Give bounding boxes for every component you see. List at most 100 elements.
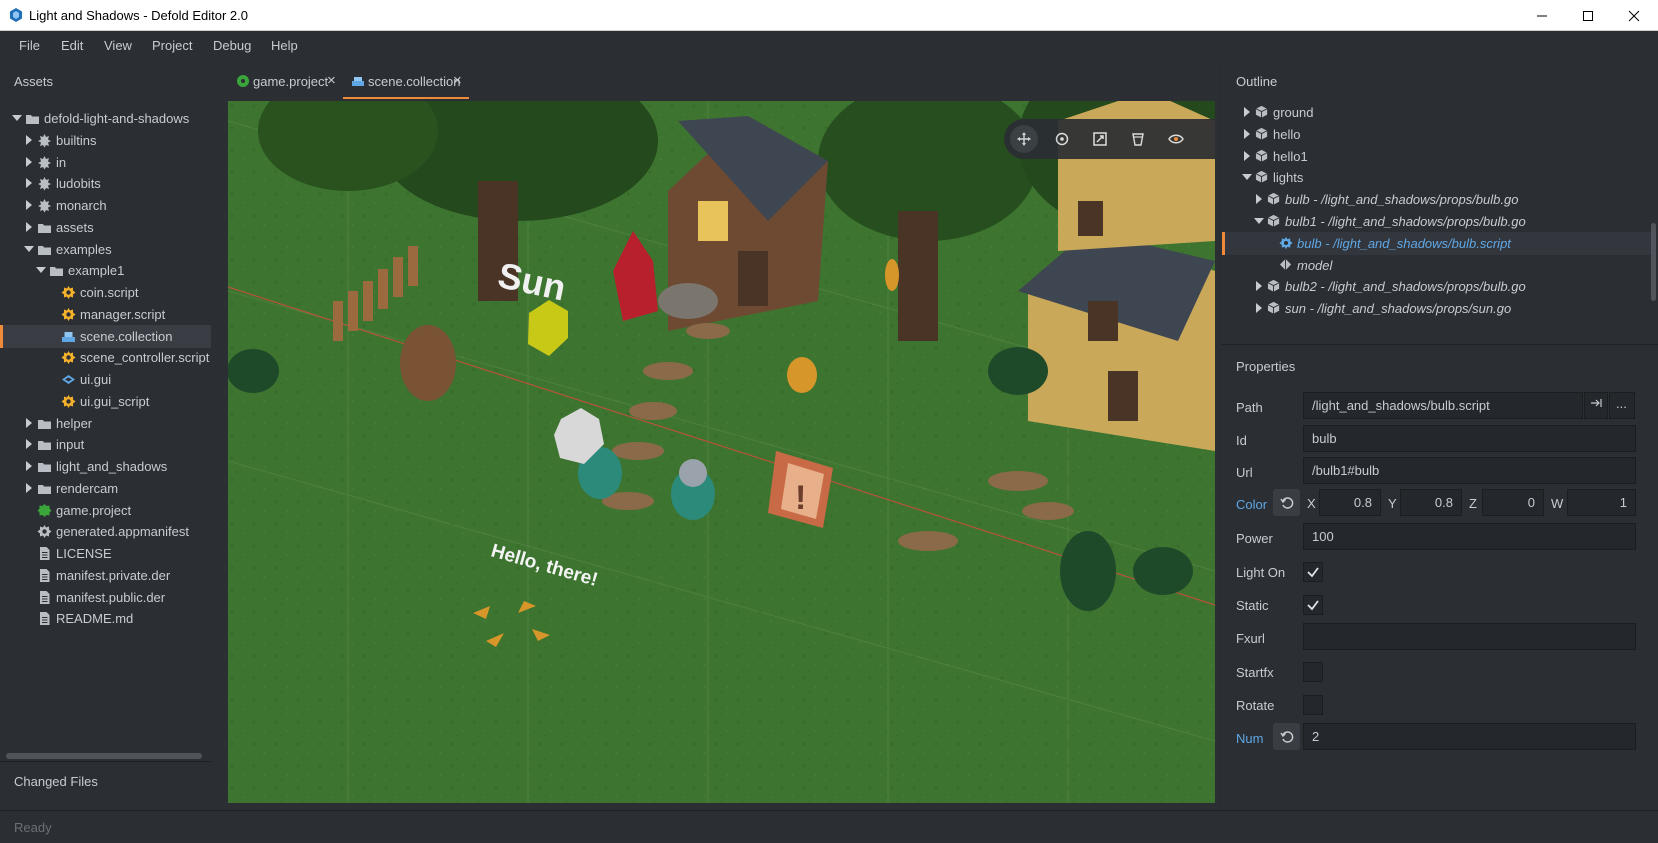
rotate-checkbox[interactable] [1303,695,1323,715]
collapsed-arrow-icon[interactable] [1254,303,1264,314]
collapsed-arrow-icon[interactable] [1242,128,1252,139]
outline-item[interactable]: hello1 [1222,145,1651,168]
asset-item[interactable]: ui.gui [0,368,211,391]
asset-item[interactable]: manager.script [0,303,211,326]
color-w-field[interactable]: 1 [1567,489,1636,516]
collapsed-arrow-icon[interactable] [24,461,34,471]
asset-item[interactable]: generated.appmanifest [0,520,211,543]
menu-help[interactable]: Help [271,38,298,53]
collapsed-arrow-icon[interactable] [1242,107,1252,117]
startfx-checkbox[interactable] [1303,662,1323,682]
collapsed-arrow-icon[interactable] [24,178,34,189]
tab-scene-collection[interactable]: scene.collection × [343,69,469,99]
asset-item[interactable]: monarch [0,194,211,217]
color-z-field[interactable]: 0 [1482,489,1544,516]
outline-item[interactable]: bulb - /light_and_shadows/props/bulb.go [1222,188,1651,211]
tab-close-icon[interactable]: × [453,72,462,89]
power-field[interactable]: 100 [1303,523,1636,550]
asset-item[interactable]: coin.script [0,281,211,304]
fxurl-field[interactable] [1303,623,1636,650]
url-field[interactable]: /bulb1#bulb [1303,457,1636,484]
asset-item-label: monarch [56,198,107,213]
menu-project[interactable]: Project [152,38,192,53]
tab-close-icon[interactable]: × [327,72,336,89]
expanded-arrow-icon[interactable] [36,265,46,275]
scene-viewport[interactable]: ! Sun Hello, there! [228,101,1215,803]
num-reset-button[interactable] [1273,723,1300,750]
assets-scrollbar[interactable] [6,753,202,759]
visibility-button[interactable] [1162,125,1190,153]
gameobject-icon [1267,193,1280,205]
collapsed-arrow-icon[interactable] [24,156,34,167]
asset-item[interactable]: examples [0,238,211,261]
expanded-arrow-icon[interactable] [1242,172,1252,182]
outline-item[interactable]: lights [1222,166,1651,189]
asset-item[interactable]: input [0,433,211,456]
move-tool-button[interactable] [1010,125,1038,153]
color-y-field[interactable]: 0.8 [1400,489,1462,516]
outline-item[interactable]: bulb2 - /light_and_shadows/props/bulb.go [1222,275,1651,298]
collapsed-arrow-icon[interactable] [24,482,34,493]
light-on-checkbox[interactable] [1303,562,1323,582]
asset-item[interactable]: scene_controller.script [0,346,211,369]
menu-view[interactable]: View [104,38,132,53]
rotate-tool-button[interactable] [1048,125,1076,153]
asset-item[interactable]: ludobits [0,172,211,195]
asset-item[interactable]: defold-light-and-shadows [0,107,211,130]
asset-item[interactable]: rendercam [0,477,211,500]
collapsed-arrow-icon[interactable] [24,439,34,450]
asset-item-label: README.md [56,611,134,627]
collapsed-arrow-icon[interactable] [1254,194,1264,205]
asset-item[interactable]: example1 [0,259,211,282]
outline-item-label: hello [1273,126,1301,142]
asset-item[interactable]: ui.gui_script [0,390,211,413]
asset-item[interactable]: manifest.public.der [0,586,211,609]
checkmark-icon [1307,567,1319,578]
asset-item[interactable]: light_and_shadows [0,455,211,478]
outline-item[interactable]: hello [1222,123,1651,146]
menu-edit[interactable]: Edit [61,38,83,53]
menu-debug[interactable]: Debug [213,38,251,53]
tab-game-project[interactable]: game.project × [228,69,341,99]
outline-item[interactable]: model [1222,254,1651,277]
path-field[interactable]: /light_and_shadows/bulb.script [1303,392,1583,419]
expanded-arrow-icon[interactable] [24,244,34,254]
collapsed-arrow-icon[interactable] [1242,150,1252,161]
perspective-button[interactable] [1124,125,1152,153]
outline-item[interactable]: bulb - /light_and_shadows/bulb.script [1222,231,1651,255]
assets-title: Assets [14,74,54,89]
collapsed-arrow-icon[interactable] [24,417,34,428]
outline-scrollbar[interactable] [1651,223,1656,301]
outline-item[interactable]: bulb1 - /light_and_shadows/props/bulb.go [1222,210,1651,233]
scale-tool-button[interactable] [1086,125,1114,153]
close-window-button[interactable] [1611,0,1657,31]
id-field[interactable]: bulb [1303,425,1636,452]
maximize-button[interactable] [1565,0,1611,31]
asset-item[interactable]: LICENSE [0,542,211,565]
asset-item[interactable]: in [0,151,211,174]
menu-file[interactable]: File [19,38,40,53]
collapsed-arrow-icon[interactable] [24,221,34,232]
goto-path-button[interactable] [1584,392,1608,419]
asset-item[interactable]: helper [0,412,211,435]
scene-canvas[interactable]: ! Sun Hello, there! [228,101,1215,803]
minimize-button[interactable] [1519,0,1565,31]
asset-item[interactable]: game.project [0,499,211,522]
asset-item[interactable]: assets [0,216,211,239]
asset-item[interactable]: builtins [0,129,211,152]
collapsed-arrow-icon[interactable] [24,134,34,145]
asset-item[interactable]: manifest.private.der [0,564,211,587]
asset-item[interactable]: scene.collection [0,324,211,348]
num-field[interactable]: 2 [1303,723,1636,750]
color-reset-button[interactable] [1273,489,1300,516]
expanded-arrow-icon[interactable] [1254,216,1264,226]
outline-item[interactable]: sun - /light_and_shadows/props/sun.go [1222,297,1651,320]
static-checkbox[interactable] [1303,595,1323,615]
outline-item[interactable]: ground [1222,101,1651,124]
color-x-field[interactable]: 0.8 [1319,489,1381,516]
expanded-arrow-icon[interactable] [12,113,22,123]
collapsed-arrow-icon[interactable] [24,200,34,210]
collapsed-arrow-icon[interactable] [1254,281,1264,292]
asset-item[interactable]: README.md [0,607,211,630]
browse-path-button[interactable]: ... [1609,392,1635,419]
